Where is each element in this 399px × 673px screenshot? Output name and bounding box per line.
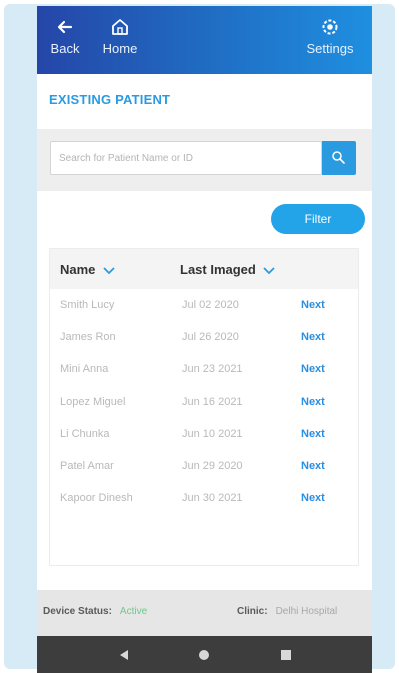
recents-square-icon[interactable] bbox=[279, 648, 293, 662]
arrow-left-icon bbox=[57, 20, 73, 34]
patient-name: Li Chunka bbox=[60, 428, 110, 440]
search-icon bbox=[332, 151, 345, 164]
home-button[interactable]: Home bbox=[95, 16, 145, 56]
table-row: Li Chunka Jun 10 2021 Next bbox=[50, 420, 358, 452]
next-link[interactable]: Next bbox=[301, 331, 325, 343]
next-link[interactable]: Next bbox=[301, 299, 325, 311]
table-row: Patel Amar Jun 29 2020 Next bbox=[50, 452, 358, 484]
table-row: Kapoor Dinesh Jun 30 2021 Next bbox=[50, 484, 358, 516]
next-link[interactable]: Next bbox=[301, 492, 325, 504]
clinic-value: Delhi Hospital bbox=[275, 606, 338, 617]
search-button[interactable] bbox=[322, 141, 356, 175]
table-row: Mini Anna Jun 23 2021 Next bbox=[50, 355, 358, 387]
column-header-name[interactable]: Name bbox=[60, 262, 115, 277]
settings-button[interactable]: Settings bbox=[294, 16, 366, 56]
table-row: James Ron Jul 26 2020 Next bbox=[50, 323, 358, 355]
back-button[interactable]: Back bbox=[45, 16, 85, 56]
patient-name: Kapoor Dinesh bbox=[60, 492, 133, 504]
home-circle-icon[interactable] bbox=[197, 648, 211, 662]
back-triangle-icon[interactable] bbox=[117, 648, 131, 662]
device-status-bar: Device Status: Active Clinic: Delhi Hospit… bbox=[37, 590, 372, 636]
patient-name: Mini Anna bbox=[60, 363, 109, 375]
gear-icon bbox=[322, 19, 338, 35]
patient-name: Smith Lucy bbox=[60, 299, 115, 311]
filter-button[interactable]: Filter bbox=[271, 204, 365, 234]
search-input[interactable] bbox=[50, 141, 322, 175]
system-navigation-bar bbox=[37, 636, 372, 673]
search-area bbox=[37, 129, 372, 191]
table-row: Lopez Miguel Jun 16 2021 Next bbox=[50, 388, 358, 420]
last-imaged-date: Jun 23 2021 bbox=[182, 363, 243, 375]
top-navigation-bar: Back Home Settings bbox=[37, 6, 372, 74]
last-imaged-date: Jul 02 2020 bbox=[182, 299, 239, 311]
clinic-info: Clinic: Delhi Hospital bbox=[237, 606, 337, 617]
home-icon bbox=[112, 19, 128, 35]
device-status-value: Active bbox=[119, 606, 148, 617]
device-status-label: Device Status: bbox=[43, 606, 112, 617]
device-status: Device Status: Active bbox=[43, 606, 147, 617]
next-link[interactable]: Next bbox=[301, 396, 325, 408]
last-imaged-date: Jul 26 2020 bbox=[182, 331, 239, 343]
clinic-label: Clinic: bbox=[237, 606, 268, 617]
last-imaged-date: Jun 16 2021 bbox=[182, 396, 243, 408]
next-link[interactable]: Next bbox=[301, 363, 325, 375]
table-row: Smith Lucy Jul 02 2020 Next bbox=[50, 291, 358, 323]
column-header-last-imaged[interactable]: Last Imaged bbox=[180, 262, 276, 277]
chevron-down-icon bbox=[263, 266, 276, 274]
next-link[interactable]: Next bbox=[301, 460, 325, 472]
page-title: EXISTING PATIENT bbox=[49, 92, 171, 107]
patient-name: Patel Amar bbox=[60, 460, 114, 472]
next-link[interactable]: Next bbox=[301, 428, 325, 440]
patient-name: Lopez Miguel bbox=[60, 396, 126, 408]
last-imaged-date: Jun 10 2021 bbox=[182, 428, 243, 440]
table-header: Name Last Imaged bbox=[50, 249, 358, 289]
settings-label: Settings bbox=[306, 41, 354, 56]
last-imaged-date: Jun 30 2021 bbox=[182, 492, 243, 504]
patient-table: Name Last Imaged Smith Lucy Jul 02 2020 … bbox=[49, 248, 359, 566]
patient-name: James Ron bbox=[60, 331, 116, 343]
home-label: Home bbox=[102, 41, 138, 56]
last-imaged-date: Jun 29 2020 bbox=[182, 460, 243, 472]
back-label: Back bbox=[50, 41, 80, 56]
chevron-down-icon bbox=[103, 266, 115, 274]
phone-screen: Back Home Settings EXISTING PATIENT Sear… bbox=[37, 6, 372, 673]
